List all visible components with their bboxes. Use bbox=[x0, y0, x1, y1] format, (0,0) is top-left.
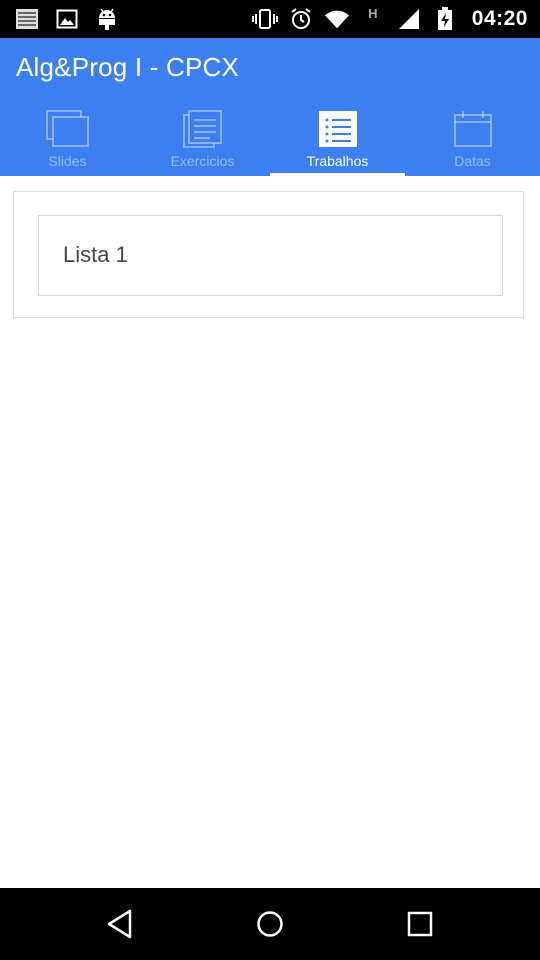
navigation-bar bbox=[0, 888, 540, 960]
signal-icon bbox=[396, 6, 422, 32]
tab-trabalhos[interactable]: Trabalhos bbox=[270, 104, 405, 176]
list-icon bbox=[316, 109, 360, 149]
network-type-label: H bbox=[368, 6, 378, 21]
home-icon bbox=[257, 911, 283, 937]
back-button[interactable] bbox=[100, 906, 140, 942]
tab-label: Datas bbox=[454, 153, 491, 169]
home-button[interactable] bbox=[250, 906, 290, 942]
alarm-icon bbox=[288, 6, 314, 32]
list-item[interactable]: Lista 1 bbox=[38, 215, 503, 296]
app-title: Alg&Prog I - CPCX bbox=[16, 52, 240, 82]
calendar-icon bbox=[451, 109, 495, 149]
status-bar: H 04:20 bbox=[0, 0, 540, 38]
content-area: Lista 1 bbox=[0, 176, 540, 888]
vibrate-icon bbox=[251, 6, 278, 32]
tab-datas[interactable]: Datas bbox=[405, 104, 540, 176]
exercises-icon bbox=[181, 109, 225, 149]
wifi-icon bbox=[324, 6, 350, 32]
system-icons: H 04:20 bbox=[251, 6, 528, 32]
tab-exercicios[interactable]: Exercicios bbox=[135, 104, 270, 176]
tab-label: Slides bbox=[48, 153, 87, 169]
list-card: Lista 1 bbox=[13, 191, 524, 318]
status-time: 04:20 bbox=[471, 7, 528, 30]
notification-icons bbox=[14, 6, 120, 32]
tab-bar: Slides Exercicios Trabalhos Datas bbox=[0, 104, 540, 176]
recents-icon bbox=[407, 911, 433, 937]
tab-label: Trabalhos bbox=[306, 153, 369, 169]
list-item-label: Lista 1 bbox=[63, 242, 128, 267]
tab-slides[interactable]: Slides bbox=[0, 104, 135, 176]
tab-label: Exercicios bbox=[170, 153, 235, 169]
back-icon bbox=[107, 909, 132, 939]
notes-icon bbox=[14, 6, 40, 32]
slides-icon bbox=[45, 109, 90, 149]
recents-button[interactable] bbox=[400, 906, 440, 942]
battery-icon bbox=[432, 6, 458, 32]
android-icon bbox=[94, 6, 120, 32]
image-icon bbox=[54, 6, 80, 32]
app-bar: Alg&Prog I - CPCX Slides Exercicios Trab… bbox=[0, 38, 540, 176]
